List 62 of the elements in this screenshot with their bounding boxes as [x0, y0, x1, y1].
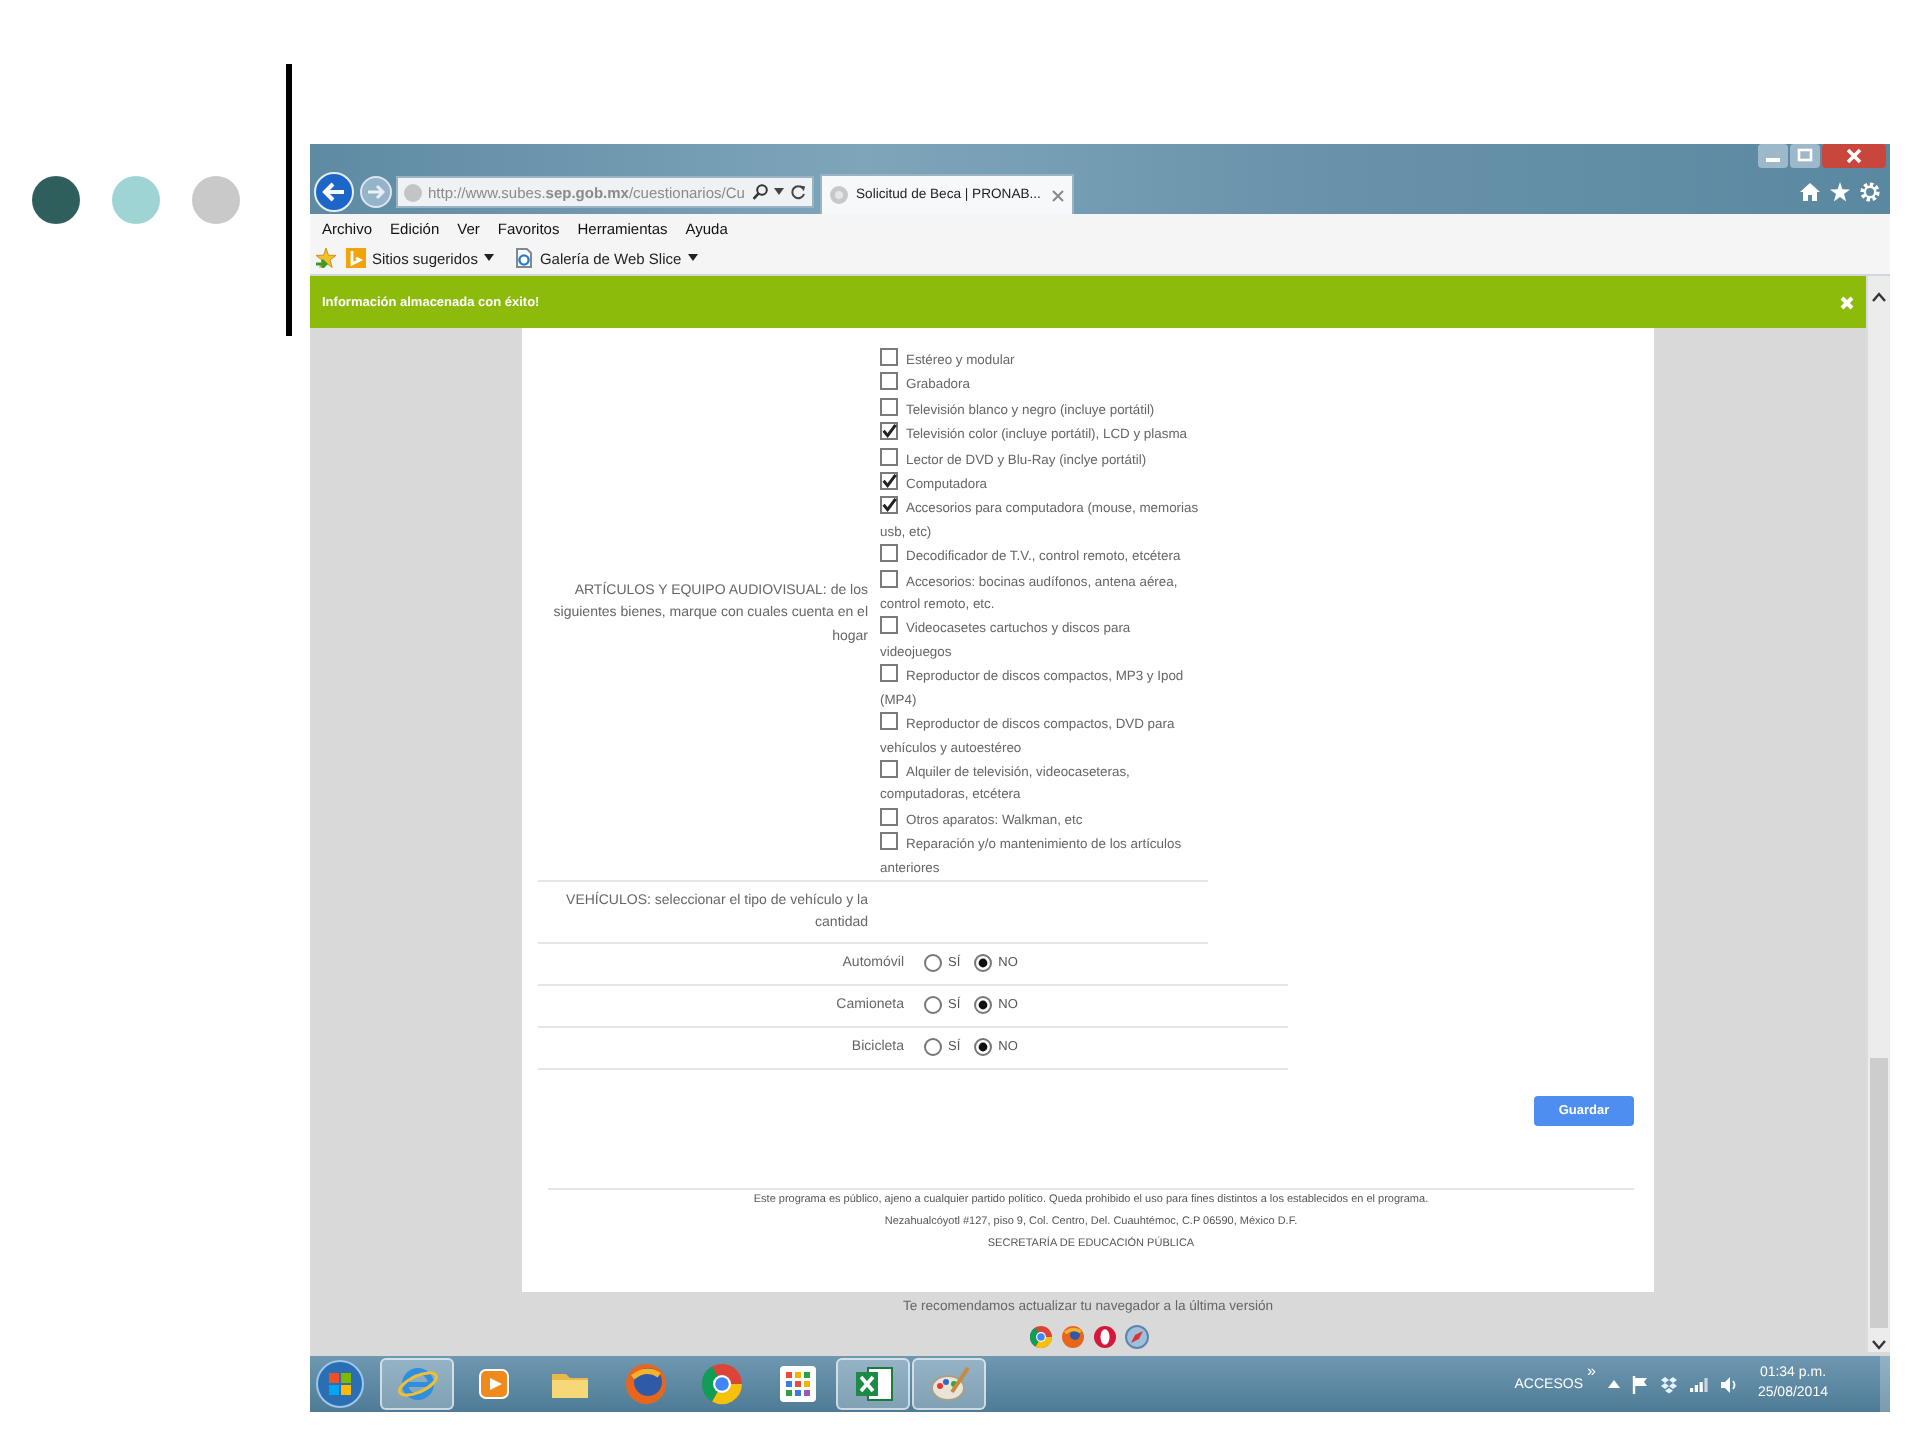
close-icon[interactable]	[1822, 144, 1886, 168]
checkbox[interactable]	[880, 616, 898, 635]
settings-icon[interactable]	[1860, 182, 1880, 202]
checkbox[interactable]	[880, 496, 898, 515]
radio-button[interactable]	[974, 996, 993, 1015]
scrollbar[interactable]	[1866, 276, 1890, 1352]
up-triangle-icon[interactable]	[1607, 1380, 1620, 1388]
taskbar-button[interactable]	[836, 1358, 910, 1410]
checkbox[interactable]	[880, 569, 898, 588]
signal-bars-icon[interactable]	[1689, 1376, 1708, 1392]
taskbar-button[interactable]	[380, 1358, 454, 1410]
star-arrow-icon[interactable]	[316, 248, 338, 268]
globe-icon[interactable]	[1059, 1324, 1085, 1350]
checkbox[interactable]	[880, 807, 898, 826]
caret-icon	[687, 254, 698, 262]
checkbox[interactable]	[880, 397, 898, 416]
logo-icon	[346, 248, 366, 268]
speaker-icon[interactable]	[1719, 1375, 1738, 1393]
checkbox[interactable]	[880, 544, 898, 563]
radio-button[interactable]	[924, 1038, 942, 1057]
ring-icon[interactable]	[1091, 1324, 1117, 1350]
scrollbar-thumb[interactable]	[1870, 1058, 1888, 1328]
compass-icon[interactable]	[1123, 1324, 1149, 1350]
radio-button[interactable]	[924, 954, 942, 973]
palette-icon	[927, 1362, 971, 1406]
checkbox[interactable]	[880, 759, 898, 778]
taskbar-button[interactable]	[912, 1358, 986, 1410]
flag-icon[interactable]	[1631, 1375, 1648, 1393]
box-icon[interactable]	[1659, 1375, 1678, 1393]
dot-grid-icon	[775, 1362, 819, 1406]
star-icon[interactable]	[1830, 182, 1850, 202]
site-icon	[404, 183, 422, 201]
checkbox[interactable]	[880, 422, 898, 441]
checkbox[interactable]	[880, 372, 898, 391]
radio-button[interactable]	[924, 996, 942, 1015]
checkbox[interactable]	[880, 447, 898, 466]
site-icon	[830, 186, 848, 204]
refresh-icon[interactable]	[790, 184, 806, 200]
spreadsheet-icon	[851, 1362, 895, 1406]
page-icon	[513, 248, 534, 268]
checkbox[interactable]	[880, 348, 898, 366]
close-icon[interactable]	[1052, 189, 1064, 201]
checkbox[interactable]	[880, 472, 898, 491]
checkbox[interactable]	[880, 832, 898, 851]
checkbox[interactable]	[880, 664, 898, 683]
wheel-icon	[699, 1362, 743, 1406]
radio-button[interactable]	[974, 1038, 993, 1057]
overflow-chevron[interactable]: »	[1587, 1362, 1596, 1380]
wheel-icon[interactable]	[1027, 1324, 1053, 1350]
checkbox[interactable]	[880, 712, 898, 731]
caret-icon[interactable]	[774, 188, 784, 196]
orbit-ring-icon	[395, 1362, 439, 1406]
minimize-icon[interactable]	[1758, 144, 1788, 168]
radio-button[interactable]	[974, 954, 993, 973]
home-icon[interactable]	[1800, 182, 1820, 202]
maximize-icon[interactable]	[1790, 144, 1820, 168]
orb-icon[interactable]	[316, 1360, 364, 1408]
caret-icon	[483, 254, 494, 262]
up-caret-icon[interactable]	[1872, 292, 1886, 302]
search-icon[interactable]	[752, 184, 768, 200]
globe-icon	[623, 1362, 667, 1406]
down-caret-icon[interactable]	[1872, 1340, 1886, 1350]
